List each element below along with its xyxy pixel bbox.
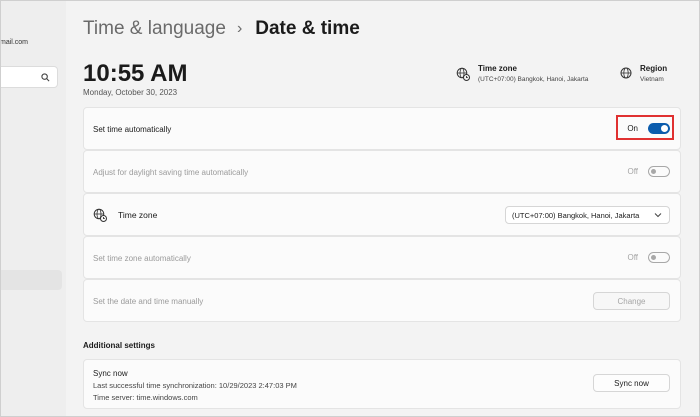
time-zone-row: Time zone (UTC+07:00) Bangkok, Hanoi, Ja…	[83, 193, 681, 236]
last-sync-text: Last successful time synchronization: 10…	[93, 381, 297, 390]
set-time-zone-automatically-label: Set time zone automatically	[93, 254, 191, 263]
globe-clock-icon	[456, 67, 470, 81]
set-date-time-manually-label: Set the date and time manually	[93, 297, 204, 306]
breadcrumb: Time & language › Date & time	[83, 18, 360, 40]
daylight-saving-toggle[interactable]: Off	[627, 166, 670, 177]
chevron-down-icon	[654, 213, 662, 218]
set-time-automatically-row: Set time automatically On	[83, 107, 681, 150]
current-time: 10:55 AM	[83, 60, 188, 87]
header-region: Region Vietnam	[620, 64, 667, 83]
breadcrumb-parent[interactable]: Time & language	[83, 18, 226, 40]
toggle-state-label: Off	[627, 167, 638, 176]
search-input[interactable]	[0, 66, 58, 88]
time-zone-label: Time zone	[118, 210, 158, 220]
breadcrumb-separator: ›	[236, 20, 243, 37]
set-date-time-manually-row: Set the date and time manually Change	[83, 279, 681, 322]
change-button[interactable]: Change	[593, 292, 670, 310]
sync-now-button[interactable]: Sync now	[593, 374, 670, 392]
sync-now-row: Sync now Last successful time synchroniz…	[83, 359, 681, 409]
page-title: Date & time	[255, 18, 360, 39]
time-zone-dropdown[interactable]: (UTC+07:00) Bangkok, Hanoi, Jakarta	[505, 206, 670, 224]
sync-now-title: Sync now	[93, 369, 128, 378]
toggle-switch-off[interactable]	[648, 166, 670, 177]
set-time-automatically-label: Set time automatically	[93, 125, 172, 134]
highlight-box	[616, 115, 674, 140]
additional-settings-heading: Additional settings	[83, 341, 155, 350]
daylight-saving-row: Adjust for daylight saving time automati…	[83, 150, 681, 193]
header-timezone: Time zone (UTC+07:00) Bangkok, Hanoi, Ja…	[456, 64, 588, 83]
current-date: Monday, October 30, 2023	[83, 88, 178, 97]
header-region-value: Vietnam	[640, 76, 664, 83]
toggle-switch-off[interactable]	[648, 252, 670, 263]
time-server-text: Time server: time.windows.com	[93, 393, 198, 402]
header-timezone-title: Time zone	[478, 64, 517, 73]
header-timezone-value: (UTC+07:00) Bangkok, Hanoi, Jakarta	[478, 76, 589, 83]
globe-clock-icon	[93, 208, 107, 222]
daylight-saving-label: Adjust for daylight saving time automati…	[93, 168, 249, 177]
set-time-zone-automatically-toggle[interactable]: Off	[627, 252, 670, 263]
search-icon	[41, 73, 50, 82]
sidebar-item-selected[interactable]	[0, 270, 62, 290]
time-zone-dropdown-value: (UTC+07:00) Bangkok, Hanoi, Jakarta	[512, 210, 640, 220]
header-region-title: Region	[640, 64, 668, 73]
sidebar: mail.com	[0, 0, 66, 417]
set-time-zone-automatically-row: Set time zone automatically Off	[83, 236, 681, 279]
globe-icon	[620, 67, 632, 79]
account-email: mail.com	[0, 39, 29, 46]
toggle-state-label: Off	[627, 253, 638, 262]
